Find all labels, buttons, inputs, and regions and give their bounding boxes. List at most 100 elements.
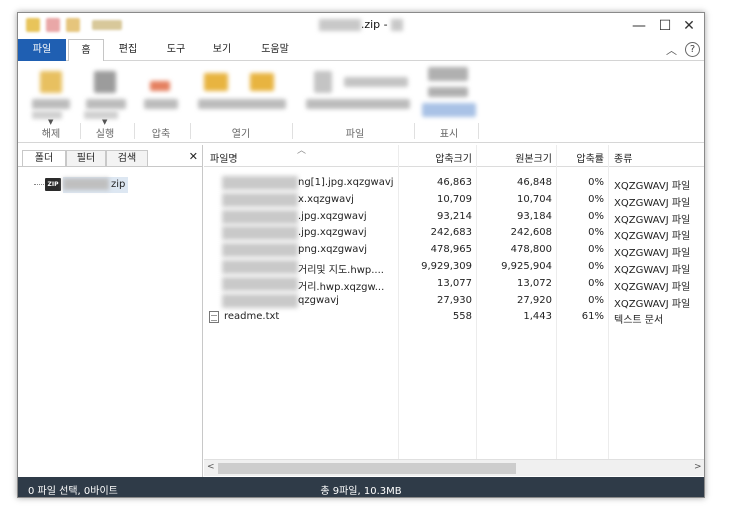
tab-file[interactable]: 파일	[18, 39, 66, 61]
compress-icon[interactable]	[150, 81, 170, 91]
cell-packed: 46,863	[437, 177, 472, 188]
close-button[interactable]: ✕	[680, 17, 698, 35]
text-document-icon	[209, 311, 219, 324]
ribbon-separator	[414, 123, 415, 139]
scrollbar-thumb[interactable]	[218, 463, 516, 474]
tab-search[interactable]: 검색	[106, 150, 148, 167]
cell-packed: 478,965	[430, 244, 472, 256]
cell-ratio: 0%	[588, 244, 604, 256]
column-header-ratio[interactable]: 압축률	[568, 150, 604, 165]
tab-view[interactable]: 보기	[202, 39, 242, 61]
extract-icon[interactable]	[40, 71, 62, 93]
ribbon-separator	[80, 123, 81, 139]
folder-pane: 폴더 필터 검색 ✕ ZIP zip	[18, 145, 203, 477]
cell-original: 242,608	[510, 227, 552, 239]
cell-original: 9,925,904	[501, 261, 552, 272]
file-icon[interactable]	[314, 71, 332, 93]
column-header-packed[interactable]: 압축크기	[416, 150, 472, 165]
ribbon-group-run: 실행	[95, 129, 115, 140]
tree-item-label: zip	[111, 179, 126, 190]
cell-original: 13,072	[517, 277, 552, 289]
ribbon-separator	[134, 123, 135, 139]
cell-type: XQZGWAVJ 파일	[614, 281, 691, 293]
tab-tools[interactable]: 도구	[156, 39, 196, 61]
table-row[interactable]: 거리.hwp.xqzgw... 13,077 13,072 0% XQZGWAVJ 파일	[204, 276, 704, 293]
tree-item-archive[interactable]: zip	[63, 177, 129, 193]
zip-archive-icon: ZIP	[45, 178, 61, 191]
title-bar: .zip - — ☐ ✕	[18, 13, 704, 39]
view-icon[interactable]	[428, 67, 468, 81]
tab-filter[interactable]: 필터	[66, 150, 106, 167]
scroll-left-icon[interactable]: <	[207, 462, 215, 472]
cell-original: 46,848	[517, 177, 552, 188]
redacted-name-blur	[222, 276, 298, 291]
redacted-name-blur	[222, 176, 298, 190]
run-icon[interactable]	[94, 71, 116, 93]
table-row[interactable]: readme.txt 558 1,443 61% 텍스트 문서	[204, 309, 704, 326]
cell-packed: 93,214	[437, 210, 472, 222]
cell-type: XQZGWAVJ 파일	[614, 181, 691, 192]
status-bar: 0 파일 선택, 0바이트 총 9파일, 10.3MB	[18, 477, 704, 497]
ribbon-group-compress: 압축	[151, 129, 171, 140]
cell-name: .jpg.xqzgwavj	[298, 210, 367, 222]
redacted-name-blur	[222, 226, 298, 241]
close-icon[interactable]: ✕	[189, 150, 198, 163]
cell-ratio: 0%	[588, 193, 604, 205]
open-folder-icon[interactable]	[250, 73, 274, 91]
column-header-type[interactable]: 종류	[614, 150, 632, 165]
collapse-ribbon-icon[interactable]: ︿	[666, 42, 677, 58]
tab-home[interactable]: 홈	[68, 39, 104, 62]
open-label-blur	[198, 99, 286, 109]
tab-edit[interactable]: 편집	[108, 39, 148, 61]
view-selected-blur[interactable]	[422, 103, 476, 117]
open-icon[interactable]	[204, 73, 228, 91]
ribbon: ▼ ▼ 해제 실행 압축 열기 파일 표시	[18, 61, 704, 143]
table-row[interactable]: ng[1].jpg.xqzgwavj 46,863 46,848 0% XQZGWAVJ…	[204, 175, 704, 192]
extract-sub-blur	[32, 111, 62, 119]
column-header-original[interactable]: 원본크기	[494, 150, 552, 165]
cell-original: 1,443	[523, 311, 552, 323]
table-row[interactable]: qzgwavj 27,930 27,920 0% XQZGWAVJ 파일	[204, 293, 704, 310]
cell-original: 10,704	[517, 193, 552, 205]
cell-original: 93,184	[517, 210, 552, 222]
compress-label-blur	[144, 99, 178, 109]
tab-help[interactable]: 도움말	[250, 39, 300, 61]
cell-ratio: 0%	[588, 261, 604, 272]
cell-type: XQZGWAVJ 파일	[614, 248, 691, 260]
table-row[interactable]: .jpg.xqzgwavj 93,214 93,184 0% XQZGWAVJ 파일	[204, 209, 704, 226]
cell-name: ng[1].jpg.xqzgwavj	[298, 177, 394, 188]
help-icon[interactable]: ?	[685, 42, 700, 57]
ribbon-group-extract: 해제	[41, 129, 61, 140]
file-action-blur	[344, 77, 408, 87]
redacted-name-blur	[222, 293, 298, 308]
maximize-button[interactable]: ☐	[656, 17, 674, 35]
app-window: .zip - — ☐ ✕ 파일 홈 편집 도구 보기 도움말 ︿ ? ▼ ▼ 해…	[17, 12, 705, 498]
run-label-blur	[86, 99, 126, 109]
cell-packed: 558	[452, 311, 472, 323]
cell-original: 478,800	[510, 244, 552, 256]
cell-name: 거리및 지도.hwp....	[298, 265, 384, 276]
folder-pane-tabs: 폴더 필터 검색 ✕	[18, 148, 202, 167]
run-sub-blur	[84, 111, 118, 119]
redacted-name-blur	[222, 209, 298, 224]
ribbon-separator	[292, 123, 293, 139]
ribbon-group-display: 표시	[439, 129, 459, 140]
window-title: .zip -	[18, 18, 704, 31]
cell-type: XQZGWAVJ 파일	[614, 231, 691, 243]
scroll-right-icon[interactable]: >	[694, 462, 702, 472]
view-icon-2[interactable]	[428, 87, 468, 97]
table-row[interactable]: png.xqzgwavj 478,965 478,800 0% XQZGWAVJ 파일	[204, 242, 704, 259]
table-row[interactable]: 거리및 지도.hwp.... 9,929,309 9,925,904 0% XQZGWA…	[204, 259, 704, 276]
horizontal-scrollbar[interactable]: < >	[204, 459, 704, 476]
status-total: 총 9파일, 10.3MB	[320, 486, 402, 497]
minimize-button[interactable]: —	[630, 17, 648, 35]
table-row[interactable]: .jpg.xqzgwavj 242,683 242,608 0% XQZGWAVJ 파일	[204, 225, 704, 242]
folder-tree: ZIP zip	[18, 166, 202, 476]
cell-ratio: 0%	[588, 294, 604, 306]
cell-packed: 9,929,309	[421, 261, 472, 272]
table-row[interactable]: x.xqzgwavj 10,709 10,704 0% XQZGWAVJ 파일	[204, 192, 704, 209]
cell-packed: 242,683	[430, 227, 472, 239]
column-header-name[interactable]: 파일명	[210, 150, 238, 165]
tab-folder[interactable]: 폴더	[22, 150, 66, 167]
file-list: ︿ 파일명 압축크기 원본크기 압축률 종류 ng[1].jpg.xqzgwav…	[204, 145, 704, 477]
